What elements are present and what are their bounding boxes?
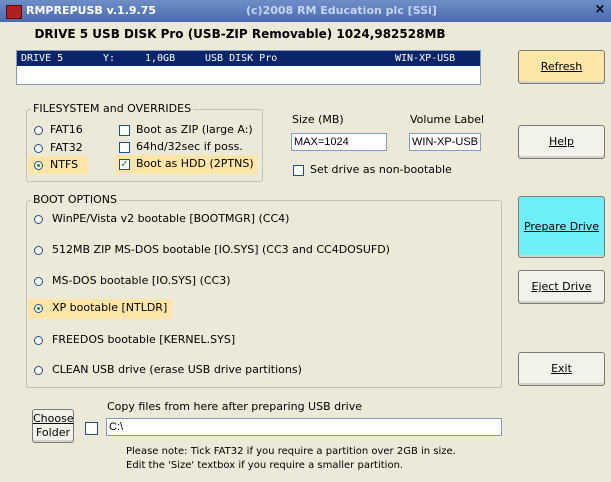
fat32-label[interactable]: FAT32 [50,141,83,154]
boot-as-zip-label[interactable]: Boot as ZIP (large A:) [136,123,253,136]
note-line-2: Edit the 'Size' textbox if you require a… [126,460,404,471]
title-bar[interactable]: RMPREPUSB v.1.9.75 (c)2008 RM Education … [0,0,611,22]
boot-option-msdos[interactable]: MS-DOS bootable [IO.SYS] (CC3) [52,274,231,287]
refresh-button[interactable]: Refresh [518,50,605,84]
boot-options-group [26,200,502,388]
non-bootable-checkbox[interactable] [293,165,304,176]
boot-options-legend: BOOT OPTIONS [31,193,120,206]
ntfs-label[interactable]: NTFS [50,158,78,171]
drive-volume: WIN-XP-USB [395,53,456,64]
window-copyright: (c)2008 RM Education plc [SSi] [246,4,437,17]
drive-header: DRIVE 5 USB DISK Pro (USB-ZIP Removable)… [34,27,446,41]
prepare-drive-button[interactable]: Prepare Drive [518,196,605,258]
drive-list-row[interactable]: DRIVE 5 Y: 1,0GB USB DISK Pro WIN-XP-USB [17,51,480,66]
volume-label-input[interactable] [409,133,481,151]
drive-model: USB DISK Pro [205,53,278,64]
drive-number: DRIVE 5 [21,53,64,64]
eject-drive-button[interactable]: Eject Drive [518,270,605,304]
boot-option-winpe[interactable]: WinPE/Vista v2 bootable [BOOTMGR] (CC4) [52,212,289,225]
copy-path-input[interactable] [106,418,502,436]
fat16-label[interactable]: FAT16 [50,123,83,136]
filesystem-legend: FILESYSTEM and OVERRIDES [31,102,194,115]
size-input[interactable] [291,133,387,151]
fat16-radio[interactable] [34,126,43,135]
copy-files-label: Copy files from here after preparing USB… [107,400,362,413]
app-icon [6,5,22,19]
boot-option-radio-zip[interactable] [34,246,43,255]
boot-as-hdd-label[interactable]: Boot as HDD (2PTNS) [136,157,254,170]
boot-option-radio-clean[interactable] [34,366,43,375]
drive-letter: Y: [103,53,116,64]
drive-list[interactable]: DRIVE 5 Y: 1,0GB USB DISK Pro WIN-XP-USB [16,50,481,85]
non-bootable-label[interactable]: Set drive as non-bootable [310,163,452,176]
boot-option-freedos[interactable]: FREEDOS bootable [KERNEL.SYS] [52,333,235,346]
drive-capacity: 1,0GB [145,53,176,64]
close-icon[interactable]: × [593,2,607,18]
boot-option-radio-msdos[interactable] [34,277,43,286]
boot-option-radio-winpe[interactable] [34,215,43,224]
boot-as-hdd-checkbox[interactable]: ✓ [119,159,130,170]
boot-option-radio-xp[interactable] [34,304,43,313]
fat32-radio[interactable] [34,144,43,153]
boot-as-zip-checkbox[interactable] [119,125,130,136]
help-button[interactable]: Help [518,125,605,159]
volume-label-label: Volume Label [410,113,485,126]
boot-option-radio-freedos[interactable] [34,336,43,345]
copy-files-checkbox[interactable] [85,422,98,435]
window-title: RMPREPUSB v.1.9.75 [26,4,157,17]
size-label: Size (MB) [292,113,344,126]
ntfs-radio[interactable] [34,161,43,170]
64hd-label[interactable]: 64hd/32sec if poss. [136,140,243,153]
exit-button[interactable]: Exit [518,352,605,386]
boot-option-xp[interactable]: XP bootable [NTLDR] [52,301,167,314]
note-line-1: Please note: Tick FAT32 if you require a… [126,446,456,457]
choose-folder-button[interactable]: Choose Folder [32,409,74,443]
boot-option-zip-msdos[interactable]: 512MB ZIP MS-DOS bootable [IO.SYS] (CC3 … [52,243,390,256]
64hd-checkbox[interactable] [119,142,130,153]
boot-option-clean[interactable]: CLEAN USB drive (erase USB drive partiti… [52,363,302,376]
